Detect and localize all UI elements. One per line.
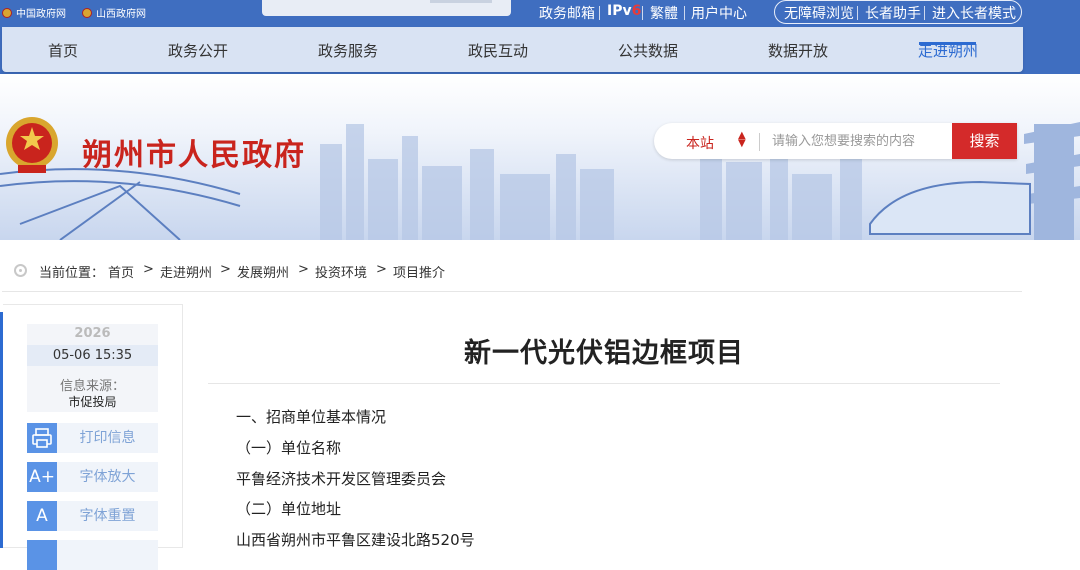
link-traditional-chinese[interactable]: 繁體 bbox=[650, 3, 678, 23]
source-label: 信息来源： bbox=[59, 379, 125, 394]
article-title: 新一代光伏铝边框项目 bbox=[464, 338, 744, 369]
source-value: 市促投局 bbox=[68, 395, 117, 409]
link-shanxi-gov[interactable]: 山西政府网 bbox=[82, 5, 146, 20]
breadcrumb-about[interactable]: 走进朔州 bbox=[160, 262, 212, 281]
font-reset-button[interactable]: A 字体重置 bbox=[27, 501, 158, 531]
nav-data-open[interactable]: 数据开放 bbox=[768, 40, 828, 61]
breadcrumb-home[interactable]: 首页 bbox=[108, 262, 134, 281]
search-box: 本站 ▲▼ 搜索 bbox=[654, 123, 1017, 159]
breadcrumb-develop[interactable]: 发展朔州 bbox=[237, 262, 289, 281]
link-china-gov[interactable]: 中国政府网 bbox=[2, 5, 66, 20]
sort-arrows-icon: ▲ ▼ bbox=[738, 130, 746, 149]
search-scope-select[interactable]: 本站 bbox=[686, 133, 714, 153]
title-divider bbox=[208, 383, 1000, 384]
breadcrumb-project[interactable]: 项目推介 bbox=[393, 262, 445, 281]
nav-public-data[interactable]: 公共数据 bbox=[618, 40, 678, 61]
font-enlarge-icon: A+ bbox=[27, 462, 57, 492]
main-nav: 首页 政务公开 政务服务 政民互动 公共数据 数据开放 走进朔州 bbox=[2, 27, 1023, 72]
national-emblem-icon bbox=[2, 7, 12, 18]
breadcrumb: 当前位置： 首页 > 走进朔州 > 发展朔州 > 投资环境 > 项目推介 bbox=[2, 252, 1022, 292]
top-dropdown-panel bbox=[262, 0, 511, 16]
font-enlarge-button[interactable]: A+ 字体放大 bbox=[27, 462, 158, 492]
nav-active-indicator bbox=[919, 42, 976, 45]
national-emblem-icon bbox=[82, 7, 92, 18]
publish-info: 2026 05-06 15:35 信息来源： 市促投局 bbox=[27, 324, 158, 412]
search-button[interactable]: 搜索 bbox=[952, 123, 1017, 159]
breadcrumb-label: 当前位置： bbox=[39, 266, 105, 281]
header-banner: 朔州市人民政府 本站 ▲▼ 搜索 bbox=[0, 74, 1080, 240]
article-paragraph: 一、招商单位基本情况 bbox=[236, 408, 387, 426]
site-name: 朔州市人民政府 bbox=[82, 138, 306, 173]
sidebar-tool-more[interactable] bbox=[27, 540, 158, 570]
link-elder-mode[interactable]: 进入长者模式 bbox=[932, 3, 1016, 23]
article-paragraph: 山西省朔州市平鲁区建设北路520号 bbox=[236, 531, 475, 549]
breadcrumb-investment[interactable]: 投资环境 bbox=[315, 262, 367, 281]
link-user-center[interactable]: 用户中心 bbox=[691, 3, 747, 23]
national-emblem-icon bbox=[6, 117, 58, 173]
print-button[interactable]: 打印信息 bbox=[27, 423, 158, 453]
top-bar: 中国政府网 山西政府网 政务邮箱 IPv6 繁體 用户中心 无障碍浏览 长者助手… bbox=[0, 0, 1080, 27]
link-elder-assistant[interactable]: 长者助手 bbox=[865, 3, 921, 23]
publish-year: 2026 bbox=[74, 326, 111, 341]
article-paragraph: （一）单位名称 bbox=[236, 439, 342, 457]
nav-home[interactable]: 首页 bbox=[48, 40, 78, 61]
nav-interaction[interactable]: 政民互动 bbox=[468, 40, 528, 61]
link-gov-mail[interactable]: 政务邮箱 bbox=[539, 3, 595, 23]
article-paragraph: 平鲁经济技术开发区管理委员会 bbox=[236, 470, 447, 488]
article-paragraph: （二）单位地址 bbox=[236, 500, 342, 518]
location-icon bbox=[14, 264, 27, 277]
link-accessible-browse[interactable]: 无障碍浏览 bbox=[784, 3, 854, 23]
font-reset-icon: A bbox=[27, 501, 57, 531]
search-input[interactable] bbox=[772, 131, 947, 151]
nav-gov-affairs-open[interactable]: 政务公开 bbox=[168, 40, 228, 61]
printer-icon bbox=[27, 423, 57, 453]
publish-datetime: 05-06 15:35 bbox=[27, 345, 158, 366]
link-ipv6[interactable]: IPv6 bbox=[607, 3, 641, 19]
nav-gov-services[interactable]: 政务服务 bbox=[318, 40, 378, 61]
